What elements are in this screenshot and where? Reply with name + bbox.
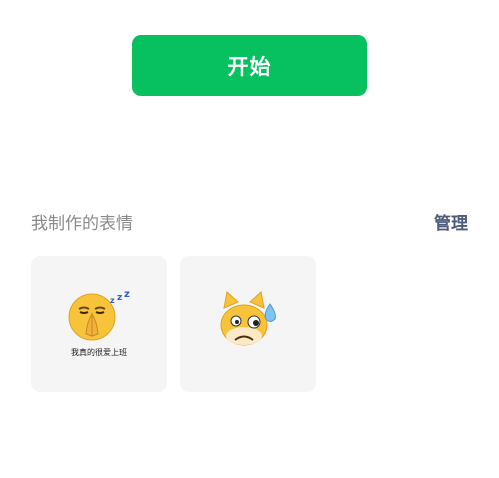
sticker-card[interactable]: z z z 我真的很爱上班 bbox=[31, 256, 167, 392]
start-button-label: 开始 bbox=[227, 54, 272, 79]
praying-sleepy-emoji-icon: z z z bbox=[68, 289, 130, 341]
svg-text:z: z bbox=[124, 289, 130, 300]
sticker-card[interactable] bbox=[180, 256, 316, 392]
my-stickers-header: 我制作的表情 管理 bbox=[31, 208, 468, 234]
sweating-cat-emoji-icon bbox=[220, 291, 276, 346]
start-button[interactable]: 开始 bbox=[132, 35, 367, 96]
svg-text:z: z bbox=[117, 293, 122, 303]
section-title: 我制作的表情 bbox=[31, 213, 133, 234]
page: 开始 我制作的表情 管理 z z z 我真的很爱上班 bbox=[0, 0, 499, 478]
sticker-caption: 我真的很爱上班 bbox=[71, 348, 127, 357]
manage-button[interactable]: 管理 bbox=[434, 209, 468, 234]
svg-text:z: z bbox=[110, 296, 115, 305]
